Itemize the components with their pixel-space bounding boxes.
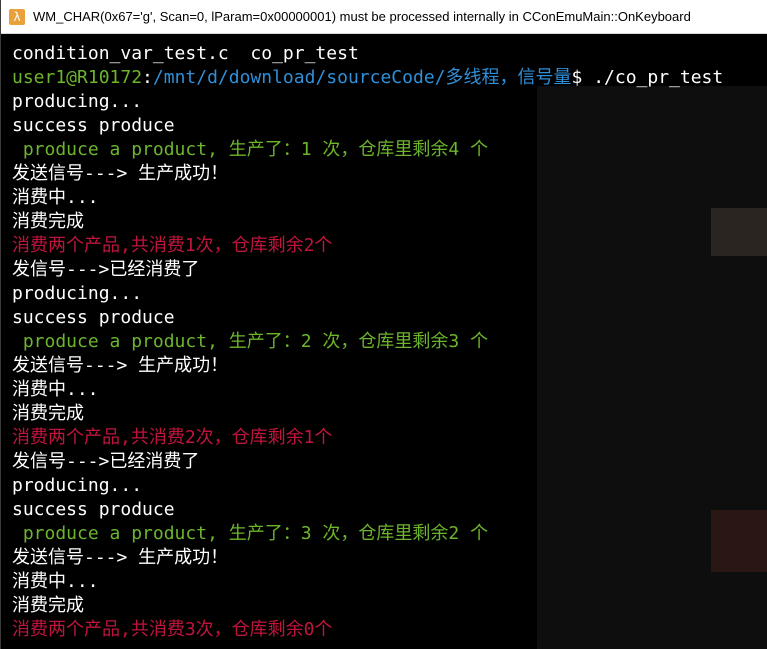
- terminal-window[interactable]: λ WM_CHAR(0x67='g', Scan=0, lParam=0x000…: [0, 0, 767, 649]
- output-line: success produce: [12, 499, 175, 520]
- output-line: 消费完成: [12, 595, 84, 616]
- output-line: producing...: [12, 475, 143, 496]
- output-line: 发送信号---> 生产成功！: [12, 355, 229, 376]
- output-line: 消费中...: [12, 187, 99, 208]
- prompt-symbol: $: [571, 67, 594, 88]
- output-line: 消费完成: [12, 211, 84, 232]
- prompt-path: /mnt/d/download/sourceCode/多线程，信号量: [152, 67, 572, 88]
- title-bar[interactable]: λ WM_CHAR(0x67='g', Scan=0, lParam=0x000…: [1, 0, 767, 34]
- output-line: 消费两个产品,共消费3次，仓库剩余0个: [12, 619, 333, 640]
- output-line: producing...: [12, 283, 143, 304]
- output-line: 消费两个产品,共消费2次，仓库剩余1个: [12, 427, 333, 448]
- prompt-colon: :: [142, 67, 153, 88]
- output-line: 发送信号---> 生产成功！: [12, 547, 229, 568]
- output-line: success produce: [12, 115, 175, 136]
- output-line: 发送信号---> 生产成功！: [12, 163, 229, 184]
- prompt-line: user1@R10172:/mnt/d/download/sourceCode/…: [12, 66, 764, 90]
- output-line: 消费两个产品,共消费1次，仓库剩余2个: [12, 235, 333, 256]
- lambda-icon[interactable]: λ: [9, 8, 25, 25]
- output-line: produce a product, 生产了：2 次，仓库里剩余3 个: [12, 331, 489, 352]
- output-line: 消费中...: [12, 379, 99, 400]
- output-lines: producing... success produce produce a pr…: [12, 90, 764, 642]
- prompt-command: ./co_pr_test: [593, 67, 724, 88]
- console-output[interactable]: condition_var_test.c co_pr_test user1@R1…: [12, 42, 764, 647]
- output-line: 消费中...: [12, 571, 99, 592]
- window-title: WM_CHAR(0x67='g', Scan=0, lParam=0x00000…: [33, 9, 691, 24]
- output-line: success produce: [12, 307, 175, 328]
- output-line: 消费完成: [12, 403, 84, 424]
- output-line: 发信号--->已经消费了: [12, 259, 200, 280]
- prompt-user: user1@R10172: [12, 67, 143, 88]
- file-listing-line: condition_var_test.c co_pr_test: [12, 43, 359, 64]
- output-line: produce a product, 生产了：1 次，仓库里剩余4 个: [12, 139, 489, 160]
- output-line: producing...: [12, 91, 143, 112]
- output-line: 发信号--->已经消费了: [12, 451, 200, 472]
- output-line: produce a product, 生产了：3 次，仓库里剩余2 个: [12, 523, 489, 544]
